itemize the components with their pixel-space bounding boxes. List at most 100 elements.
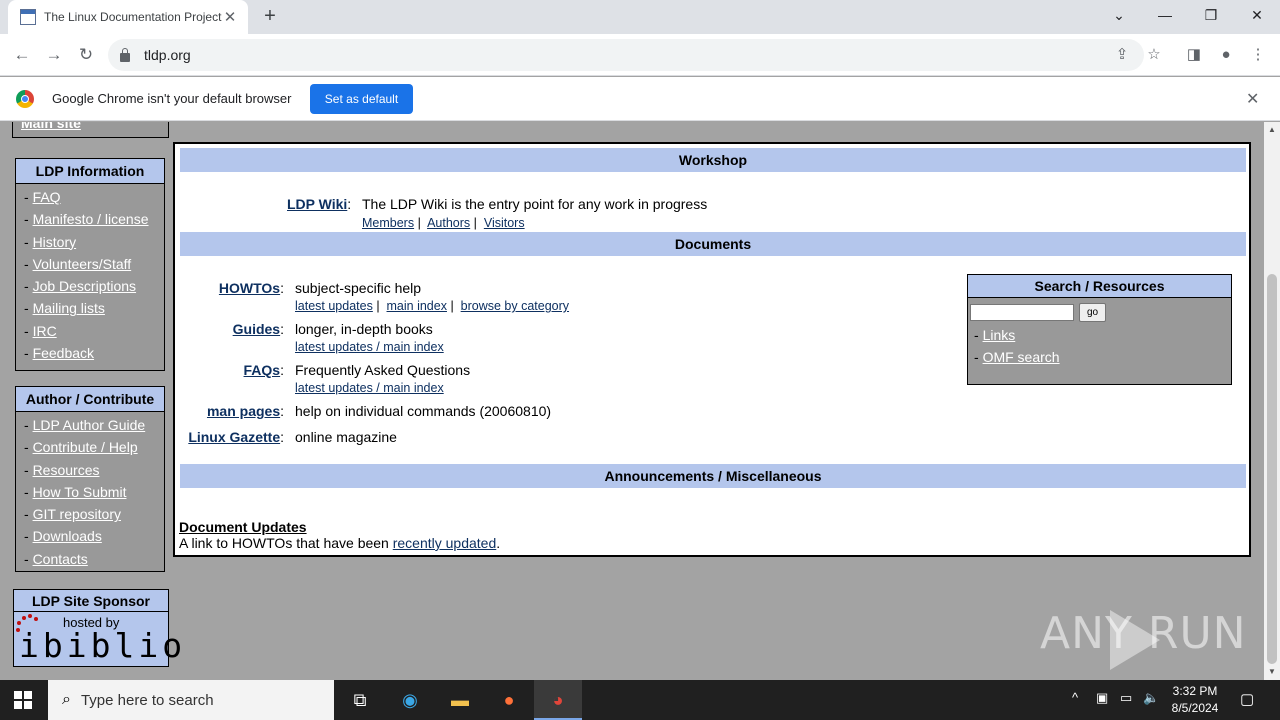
back-arrow-icon[interactable]: ← — [8, 41, 36, 69]
taskbar-clock[interactable]: 3:32 PM 8/5/2024 — [1166, 683, 1224, 717]
minimize-button[interactable]: — — [1142, 0, 1188, 32]
list-item: - IRC — [24, 322, 57, 339]
sidebar-link-irc[interactable]: IRC — [33, 323, 57, 339]
recently-updated-link[interactable]: recently updated — [393, 535, 497, 551]
infobar-close-icon[interactable]: ✕ — [1246, 89, 1259, 109]
site-sponsor-box: LDP Site Sponsor hosted by ibiblio — [13, 589, 182, 667]
howtos-latest-updates-link[interactable]: latest updates — [295, 299, 373, 313]
windows-taskbar: ⌕ Type here to search ⧉ ◉ ▬ ● ◕ ^ ▣ ▭ 🔈 … — [0, 680, 1280, 720]
notifications-icon[interactable]: ▢ — [1240, 690, 1254, 708]
man-pages-link[interactable]: man pages — [207, 403, 280, 419]
faqs-link[interactable]: FAQs — [244, 362, 281, 378]
document-updates-text: A link to HOWTOs that have been recently… — [179, 535, 501, 551]
howtos-browse-category-link[interactable]: browse by category — [461, 299, 569, 313]
faqs-updates-link[interactable]: latest updates / main index — [295, 381, 444, 395]
bookmark-star-icon[interactable]: ☆ — [1140, 41, 1168, 69]
scrollbar-thumb[interactable] — [1267, 274, 1277, 664]
sidebar-link-resources[interactable]: Resources — [33, 462, 100, 478]
faqs-label-row: FAQs: — [243, 362, 284, 378]
man-pages-description: help on individual commands (20060810) — [295, 403, 552, 419]
side-panel-icon[interactable]: ◨ — [1180, 41, 1208, 69]
sidebar-link-mailing-lists[interactable]: Mailing lists — [33, 300, 105, 316]
sidebar-link-downloads[interactable]: Downloads — [33, 528, 102, 544]
ldp-wiki-link[interactable]: LDP Wiki — [287, 196, 347, 212]
address-bar[interactable]: tldp.org — [108, 39, 1144, 71]
search-input[interactable] — [970, 304, 1074, 321]
ibiblio-logo[interactable]: hosted by ibiblio — [15, 613, 182, 665]
tab-search-chevron-icon[interactable]: ⌄ — [1096, 0, 1142, 32]
omf-search-link[interactable]: OMF search — [983, 349, 1060, 365]
wiki-authors-link[interactable]: Authors — [427, 216, 470, 230]
tab-title: The Linux Documentation Project — [44, 10, 222, 24]
browser-tab[interactable]: The Linux Documentation Project ✕ — [8, 0, 248, 34]
page-scrollbar[interactable]: ▲ ▼ — [1264, 122, 1280, 680]
search-resources-heading: Search / Resources — [968, 275, 1231, 298]
tray-device-icon[interactable]: ▣ — [1096, 690, 1108, 706]
sidebar-link-faq[interactable]: FAQ — [33, 189, 61, 205]
guides-link[interactable]: Guides — [233, 321, 280, 337]
sidebar-link-feedback[interactable]: Feedback — [33, 345, 94, 361]
howtos-description: subject-specific help — [295, 280, 422, 296]
sidebar-link-main-site[interactable]: Main site — [21, 122, 81, 131]
volume-icon[interactable]: 🔈 — [1143, 690, 1159, 706]
main-content: Workshop LDP Wiki: The LDP Wiki is the e… — [173, 142, 1251, 557]
logo-dot — [34, 617, 38, 621]
edge-icon[interactable]: ◉ — [396, 686, 424, 714]
forward-arrow-icon[interactable]: → — [40, 41, 68, 69]
faqs-description: Frequently Asked Questions — [295, 362, 471, 378]
file-explorer-icon[interactable]: ▬ — [446, 686, 474, 714]
profile-avatar-icon[interactable]: ● — [1212, 41, 1240, 69]
logo-dot — [17, 621, 21, 625]
guides-updates-link[interactable]: latest updates / main index — [295, 340, 444, 354]
tab-close-icon[interactable]: ✕ — [222, 8, 238, 26]
menu-kebab-icon[interactable]: ⋮ — [1244, 41, 1272, 69]
wiki-sublinks: Members | Authors | Visitors — [362, 216, 525, 230]
resources-links-link[interactable]: Links — [983, 327, 1016, 343]
page-viewport: Main site LDP Information - FAQ - Manife… — [0, 122, 1264, 680]
anyrun-watermark: ANY RUN — [1040, 608, 1247, 659]
list-item: - Contribute / Help — [24, 439, 138, 456]
sidebar-link-how-to-submit[interactable]: How To Submit — [33, 484, 127, 500]
windows-start-icon[interactable] — [14, 691, 32, 709]
howtos-main-index-link[interactable]: main index — [387, 299, 447, 313]
taskbar-search-box[interactable]: ⌕ Type here to search — [48, 680, 334, 720]
close-window-button[interactable]: ✕ — [1234, 0, 1280, 32]
ldp-information-heading: LDP Information — [16, 159, 164, 184]
share-icon[interactable]: ⇪ — [1108, 41, 1136, 69]
scroll-up-arrow-icon[interactable]: ▲ — [1268, 125, 1276, 134]
task-view-icon[interactable]: ⧉ — [346, 686, 374, 714]
howtos-sublinks: latest updates | main index | browse by … — [295, 299, 570, 313]
list-item: - History — [24, 233, 77, 250]
sidebar-link-contribute[interactable]: Contribute / Help — [33, 439, 138, 455]
set-as-default-button[interactable]: Set as default — [310, 84, 413, 114]
wiki-visitors-link[interactable]: Visitors — [484, 216, 525, 230]
url-text[interactable]: tldp.org — [144, 47, 191, 63]
sidebar-link-contacts[interactable]: Contacts — [33, 551, 88, 567]
search-go-button[interactable]: go — [1079, 303, 1106, 322]
sidebar-link-job-descriptions[interactable]: Job Descriptions — [33, 278, 137, 294]
linux-gazette-link[interactable]: Linux Gazette — [188, 429, 280, 445]
list-item: - Manifesto / license — [24, 211, 149, 228]
scroll-down-arrow-icon[interactable]: ▼ — [1268, 667, 1276, 676]
logo-dot — [22, 616, 26, 620]
network-icon[interactable]: ▭ — [1120, 690, 1132, 706]
list-item: - Contacts — [24, 550, 88, 567]
wiki-members-link[interactable]: Members — [362, 216, 414, 230]
man-pages-label-row: man pages: — [206, 403, 284, 419]
sidebar-link-history[interactable]: History — [33, 234, 77, 250]
lock-icon[interactable] — [120, 47, 130, 62]
restore-button[interactable]: ❐ — [1188, 0, 1234, 32]
chrome-icon[interactable]: ◕ — [544, 686, 572, 714]
sidebar-link-author-guide[interactable]: LDP Author Guide — [33, 417, 146, 433]
firefox-icon[interactable]: ● — [495, 686, 523, 714]
ldp-information-list: - FAQ - Manifesto / license - History - … — [16, 184, 164, 367]
sidebar-link-git-repository[interactable]: GIT repository — [33, 506, 121, 522]
new-tab-button[interactable]: + — [258, 5, 282, 29]
tray-overflow-chevron-icon[interactable]: ^ — [1072, 690, 1078, 705]
workshop-heading: Workshop — [180, 148, 1246, 172]
list-item: - Links — [974, 327, 1016, 343]
sidebar-link-manifesto[interactable]: Manifesto / license — [33, 211, 149, 227]
sidebar-link-volunteers[interactable]: Volunteers/Staff — [33, 256, 132, 272]
howtos-link[interactable]: HOWTOs — [219, 280, 280, 296]
reload-icon[interactable]: ↻ — [72, 41, 100, 69]
